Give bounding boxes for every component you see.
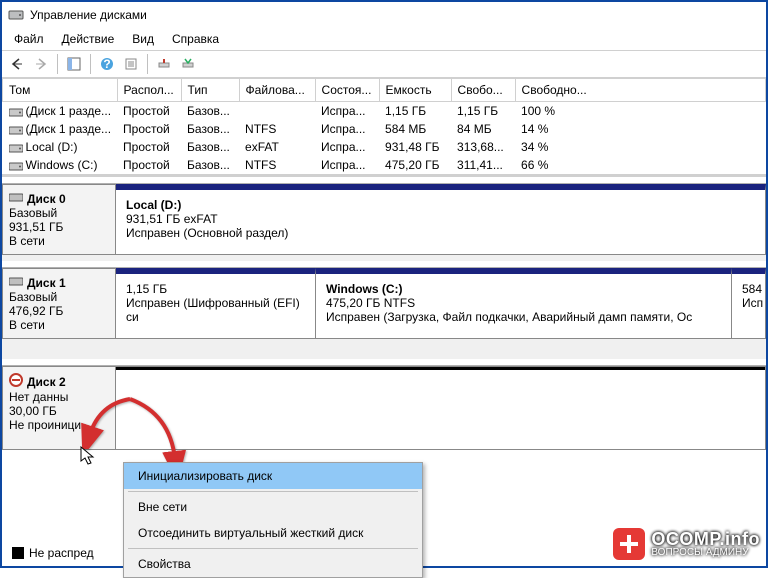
- disk-1-partition-1[interactable]: Windows (C:) 475,20 ГБ NTFS Исправен (За…: [316, 268, 732, 339]
- disk-2-unallocated[interactable]: [116, 366, 766, 450]
- col-free[interactable]: Свобо...: [451, 79, 515, 102]
- disk-0-row: Диск 0 Базовый 931,51 ГБ В сети Local (D…: [2, 183, 766, 255]
- brand-name: OCOMP.info: [651, 530, 760, 548]
- disk-1-size: 476,92 ГБ: [9, 304, 109, 318]
- plus-icon: [613, 528, 645, 560]
- disk-0-size: 931,51 ГБ: [9, 220, 109, 234]
- table-header-row: Том Распол... Тип Файлова... Состоя... Е…: [3, 79, 766, 102]
- menu-file[interactable]: Файл: [6, 30, 52, 48]
- partition-size: 584: [742, 282, 755, 296]
- col-freepct[interactable]: Свободно...: [515, 79, 765, 102]
- table-row[interactable]: (Диск 1 разде...ПростойБазов...Испра...1…: [3, 102, 766, 121]
- col-fs[interactable]: Файлова...: [239, 79, 315, 102]
- drive-icon: [9, 191, 23, 206]
- disk-0-title: Диск 0: [27, 192, 66, 206]
- cursor-icon: [80, 446, 98, 471]
- ctx-properties[interactable]: Свойства: [124, 551, 422, 577]
- svg-text:?: ?: [103, 57, 110, 71]
- disk-mgmt-icon: [8, 7, 24, 23]
- disk-0-type: Базовый: [9, 206, 109, 220]
- disk-1-row: Диск 1 Базовый 476,92 ГБ В сети 1,15 ГБ …: [2, 267, 766, 339]
- partition-status: Исп: [742, 296, 755, 310]
- titlebar: Управление дисками: [2, 2, 766, 28]
- ctx-separator: [128, 491, 418, 492]
- show-hide-tree-button[interactable]: [63, 53, 85, 75]
- action-button-1[interactable]: [153, 53, 175, 75]
- ctx-initialize-disk[interactable]: Инициализировать диск: [124, 463, 422, 489]
- unknown-disk-icon: [9, 373, 23, 390]
- disk-1-type: Базовый: [9, 290, 109, 304]
- menu-action[interactable]: Действие: [54, 30, 123, 48]
- nav-back-button[interactable]: [6, 53, 28, 75]
- ctx-detach-vhd[interactable]: Отсоединить виртуальный жесткий диск: [124, 520, 422, 546]
- partition-title: Local (D:): [126, 198, 755, 212]
- menu-view[interactable]: Вид: [124, 30, 162, 48]
- volume-icon: [9, 106, 23, 118]
- context-menu: Инициализировать диск Вне сети Отсоедини…: [123, 462, 423, 578]
- toolbar-separator: [57, 54, 58, 74]
- col-volume[interactable]: Том: [3, 79, 118, 102]
- menubar: Файл Действие Вид Справка: [2, 28, 766, 50]
- partition-size: 931,51 ГБ exFAT: [126, 212, 755, 226]
- toolbar-separator: [90, 54, 91, 74]
- volume-table-wrap: Том Распол... Тип Файлова... Состоя... Е…: [2, 78, 766, 177]
- watermark: OCOMP.info ВОПРОСЫ АДМИНУ: [613, 528, 760, 560]
- settings-button[interactable]: [120, 53, 142, 75]
- window-title: Управление дисками: [30, 8, 147, 22]
- legend-box-icon: [12, 547, 24, 559]
- table-row[interactable]: (Диск 1 разде...ПростойБазов...NTFSИспра…: [3, 120, 766, 138]
- toolbar-separator: [147, 54, 148, 74]
- menu-help[interactable]: Справка: [164, 30, 227, 48]
- volume-table[interactable]: Том Распол... Тип Файлова... Состоя... Е…: [2, 78, 766, 174]
- brand-sub: ВОПРОСЫ АДМИНУ: [651, 548, 760, 558]
- disk-1-title: Диск 1: [27, 276, 66, 290]
- partition-status: Исправен (Шифрованный (EFI) си: [126, 296, 305, 324]
- col-status[interactable]: Состоя...: [315, 79, 379, 102]
- partition-size: 475,20 ГБ NTFS: [326, 296, 721, 310]
- partition-size: 1,15 ГБ: [126, 282, 305, 296]
- col-capacity[interactable]: Емкость: [379, 79, 451, 102]
- table-row[interactable]: Windows (C:)ПростойБазов...NTFSИспра...4…: [3, 156, 766, 174]
- nav-forward-button[interactable]: [30, 53, 52, 75]
- action-button-2[interactable]: [177, 53, 199, 75]
- toolbar: ?: [2, 50, 766, 78]
- disk-1-partition-2[interactable]: 584 Исп: [732, 268, 766, 339]
- ctx-separator: [128, 548, 418, 549]
- ctx-offline[interactable]: Вне сети: [124, 494, 422, 520]
- disk-0-sidebar[interactable]: Диск 0 Базовый 931,51 ГБ В сети: [2, 184, 116, 255]
- disk-2-title: Диск 2: [27, 375, 66, 389]
- help-button[interactable]: ?: [96, 53, 118, 75]
- legend-unallocated: Не распред: [12, 546, 94, 560]
- drive-icon: [9, 275, 23, 290]
- disk-1-status: В сети: [9, 318, 109, 332]
- partition-status: Исправен (Основной раздел): [126, 226, 755, 240]
- col-layout[interactable]: Распол...: [117, 79, 181, 102]
- volume-icon: [9, 142, 23, 154]
- disk-0-status: В сети: [9, 234, 109, 248]
- disk-0-partition-0[interactable]: Local (D:) 931,51 ГБ exFAT Исправен (Осн…: [116, 184, 766, 255]
- volume-icon: [9, 160, 23, 172]
- partition-status: Исправен (Загрузка, Файл подкачки, Авари…: [326, 310, 721, 324]
- col-type[interactable]: Тип: [181, 79, 239, 102]
- table-row[interactable]: Local (D:)ПростойБазов...exFATИспра...93…: [3, 138, 766, 156]
- partition-title: Windows (C:): [326, 282, 721, 296]
- legend-label: Не распред: [29, 546, 94, 560]
- disk-1-sidebar[interactable]: Диск 1 Базовый 476,92 ГБ В сети: [2, 268, 116, 339]
- volume-icon: [9, 124, 23, 136]
- disk-1-partition-0[interactable]: 1,15 ГБ Исправен (Шифрованный (EFI) си: [116, 268, 316, 339]
